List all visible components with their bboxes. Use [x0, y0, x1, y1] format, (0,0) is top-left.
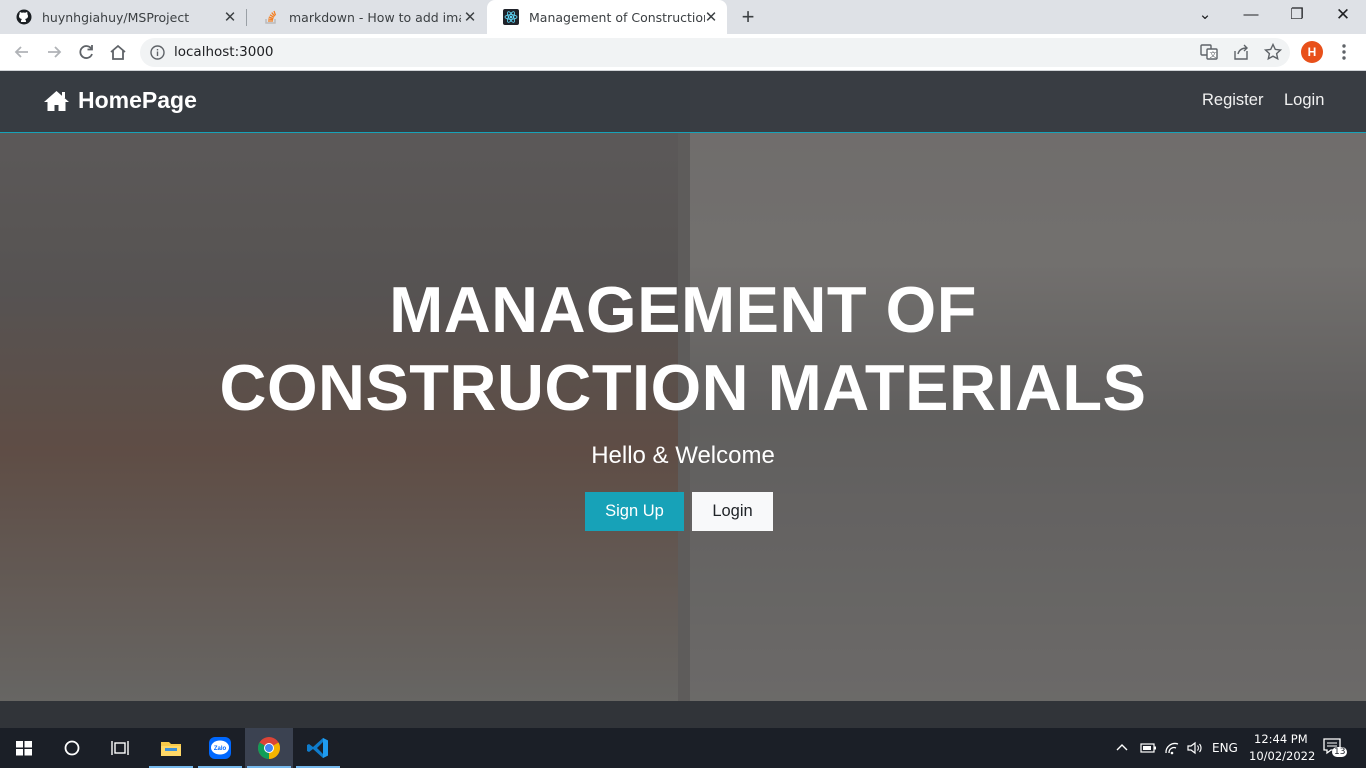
stackoverflow-icon: [265, 10, 277, 24]
login-button[interactable]: Login: [692, 492, 773, 531]
taskbar-chrome[interactable]: [245, 728, 293, 768]
profile-avatar[interactable]: H: [1301, 41, 1323, 63]
page-viewport: HomePage Register Login MANAGEMENT OF CO…: [0, 71, 1366, 728]
hero-subtitle: Hello & Welcome: [591, 442, 775, 469]
hero-title-line2: CONSTRUCTION MATERIALS: [219, 351, 1147, 424]
close-window-icon[interactable]: ✕: [1320, 0, 1366, 34]
volume-icon[interactable]: [1185, 739, 1203, 757]
translate-icon[interactable]: 文: [1199, 42, 1219, 62]
brand-label: HomePage: [78, 87, 197, 113]
home-icon[interactable]: [107, 41, 129, 63]
tab-title: huynhgiahuy/MSProject: [42, 9, 190, 25]
tab-search-chevron-icon[interactable]: ⌄: [1182, 0, 1228, 34]
tab-construction[interactable]: Management of Construction Ma ✕: [487, 0, 727, 34]
search-icon: [64, 740, 80, 756]
start-button[interactable]: [0, 728, 48, 768]
taskbar-vscode[interactable]: [294, 728, 342, 768]
action-center-button[interactable]: 13: [1322, 737, 1348, 759]
vscode-icon: [307, 738, 328, 758]
language-indicator[interactable]: ENG: [1212, 741, 1238, 755]
tray-chevron-up-icon[interactable]: [1115, 741, 1129, 755]
clock-date[interactable]: 10/02/2022: [1249, 749, 1315, 763]
browser-toolbar: localhost:3000 文 H: [0, 34, 1366, 71]
home-icon: [44, 90, 69, 111]
wifi-icon[interactable]: [1163, 739, 1181, 757]
restore-icon[interactable]: ❐: [1274, 0, 1320, 34]
hero-title-line1: MANAGEMENT OF: [389, 273, 977, 346]
bookmark-star-icon[interactable]: [1263, 42, 1283, 62]
site-info-icon[interactable]: [150, 45, 165, 60]
close-tab-icon[interactable]: ✕: [703, 9, 719, 25]
signup-button[interactable]: Sign Up: [585, 492, 684, 531]
reload-icon[interactable]: [75, 41, 97, 63]
forward-icon[interactable]: [43, 41, 65, 63]
close-tab-icon[interactable]: ✕: [462, 9, 478, 25]
battery-icon[interactable]: [1139, 741, 1157, 755]
taskbar-zalo[interactable]: Zalo: [196, 728, 244, 768]
react-icon: [503, 9, 519, 25]
notification-count-badge: 13: [1332, 747, 1348, 757]
navbar-brand[interactable]: HomePage: [43, 87, 197, 114]
tab-title: markdown - How to add images: [289, 9, 461, 25]
menu-kebab-icon[interactable]: [1335, 42, 1353, 62]
zalo-icon: Zalo: [209, 737, 231, 759]
nav-register-link[interactable]: Register: [1202, 91, 1263, 110]
tab-stackoverflow[interactable]: markdown - How to add images ✕: [247, 0, 486, 34]
new-tab-icon[interactable]: +: [737, 6, 759, 28]
chrome-icon: [258, 737, 280, 759]
site-navbar: HomePage Register Login: [0, 71, 1366, 133]
github-icon: [16, 9, 32, 25]
file-explorer-icon: [161, 742, 181, 756]
share-icon[interactable]: [1231, 42, 1251, 62]
clock-time[interactable]: 12:44 PM: [1254, 732, 1308, 746]
tab-github[interactable]: huynhgiahuy/MSProject ✕: [0, 0, 246, 34]
tab-title: Management of Construction Ma: [529, 9, 705, 25]
minimize-icon[interactable]: —: [1228, 0, 1274, 34]
back-icon[interactable]: [11, 41, 33, 63]
url-text: localhost:3000: [174, 44, 274, 60]
task-view-button[interactable]: [96, 728, 144, 768]
cortana-button[interactable]: [48, 728, 96, 768]
task-view-icon: [111, 741, 129, 755]
close-tab-icon[interactable]: ✕: [222, 9, 238, 25]
windows-taskbar: Zalo ENG 12:44 PM 10/02/2022 13: [0, 728, 1366, 768]
start-icon: [16, 741, 32, 756]
hero-title: MANAGEMENT OF CONSTRUCTION MATERIALS: [0, 271, 1366, 427]
taskbar-file-explorer[interactable]: [147, 728, 195, 768]
svg-text:文: 文: [1210, 50, 1217, 59]
browser-tabstrip: huynhgiahuy/MSProject ✕ markdown - How t…: [0, 0, 1366, 34]
address-bar[interactable]: localhost:3000: [140, 38, 1290, 67]
nav-login-link[interactable]: Login: [1284, 91, 1324, 110]
zalo-icon-label: Zalo: [214, 746, 227, 752]
